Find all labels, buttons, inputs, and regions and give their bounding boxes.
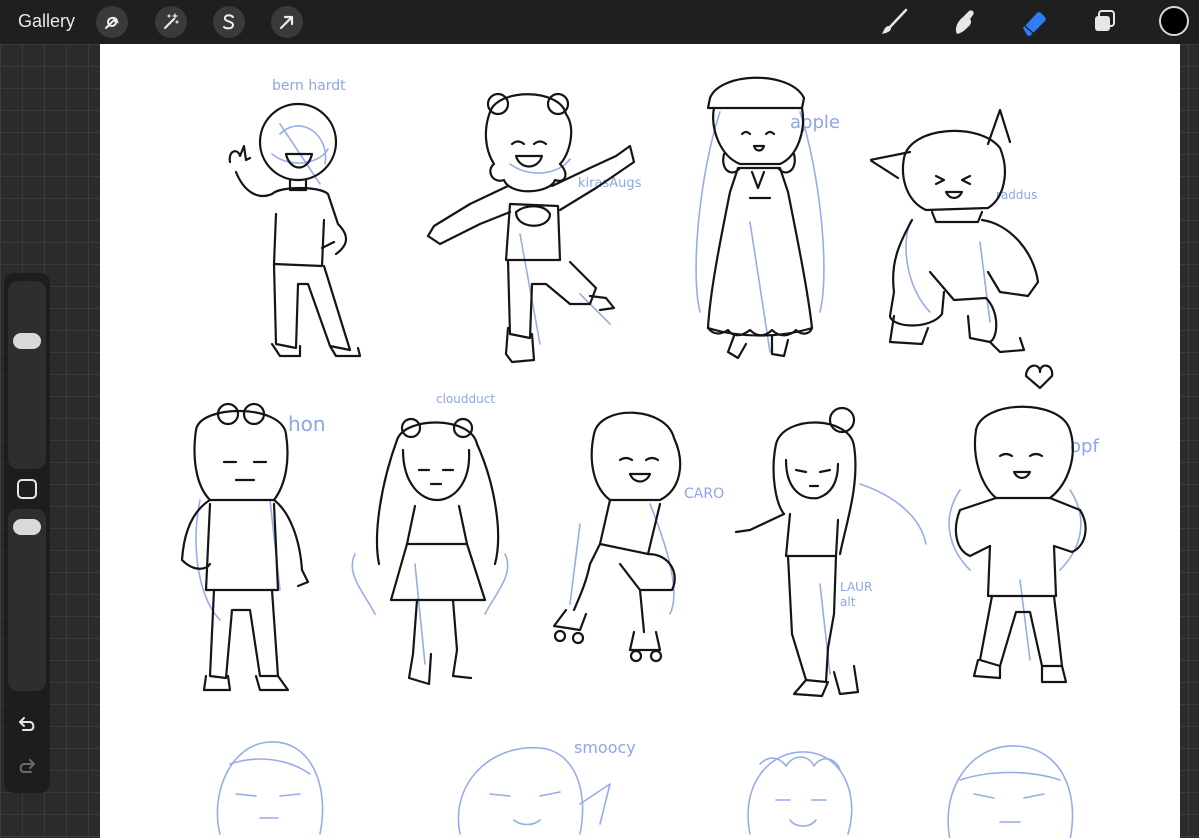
selection-button[interactable] (213, 6, 245, 38)
smudge-finger-icon (955, 10, 974, 34)
redo-icon (19, 759, 35, 773)
selection-s-icon (223, 14, 235, 30)
modify-button[interactable] (16, 478, 38, 500)
sketch-row3-1 (216, 741, 324, 835)
opacity-slider[interactable] (8, 509, 46, 691)
undo-icon (19, 717, 35, 731)
character-sketch-4 (870, 108, 1040, 354)
sketch-row3-3 (747, 751, 853, 835)
redo-button[interactable] (15, 755, 39, 779)
layers-tool[interactable] (1087, 6, 1121, 38)
brush-size-slider[interactable] (8, 281, 46, 469)
character-sketch-9 (948, 364, 1087, 684)
modify-square-icon (17, 479, 37, 499)
brush-tool[interactable] (877, 6, 911, 38)
layers-icon (1095, 10, 1115, 31)
label-bern-hardt: bern hardt (272, 78, 346, 94)
character-sketch-3 (695, 76, 825, 360)
top-toolbar: Gallery (0, 0, 1199, 44)
gallery-button[interactable]: Gallery (18, 11, 75, 32)
smudge-tool[interactable] (947, 6, 981, 38)
character-sketch-5 (180, 402, 310, 692)
left-sidebar (4, 273, 50, 793)
color-picker-button[interactable] (1159, 6, 1189, 36)
adjustments-button[interactable] (155, 6, 187, 38)
brush-size-slider-thumb[interactable] (13, 332, 41, 349)
magic-wand-icon (164, 13, 179, 29)
wrench-icon (105, 16, 119, 29)
brush-icon (882, 8, 908, 34)
character-sketch-8 (734, 406, 927, 698)
character-sketch-1 (228, 102, 362, 358)
actions-button[interactable] (96, 6, 128, 38)
character-sketch-6 (351, 417, 509, 686)
eraser-icon (1023, 12, 1046, 36)
sketch-row3-2 (457, 747, 611, 835)
drawing-canvas[interactable]: bern hardt kirasAugs apple raddus hon cl… (100, 44, 1180, 838)
label-cloudduct: cloudduct (436, 392, 496, 406)
sketch-row3-4 (947, 745, 1074, 838)
arrow-cursor-icon (279, 15, 294, 30)
character-sketch-7 (552, 411, 682, 663)
undo-button[interactable] (15, 713, 39, 737)
opacity-slider-thumb[interactable] (13, 519, 41, 536)
character-sketch-2 (426, 92, 636, 364)
transform-button[interactable] (271, 6, 303, 38)
eraser-tool[interactable] (1017, 6, 1051, 38)
